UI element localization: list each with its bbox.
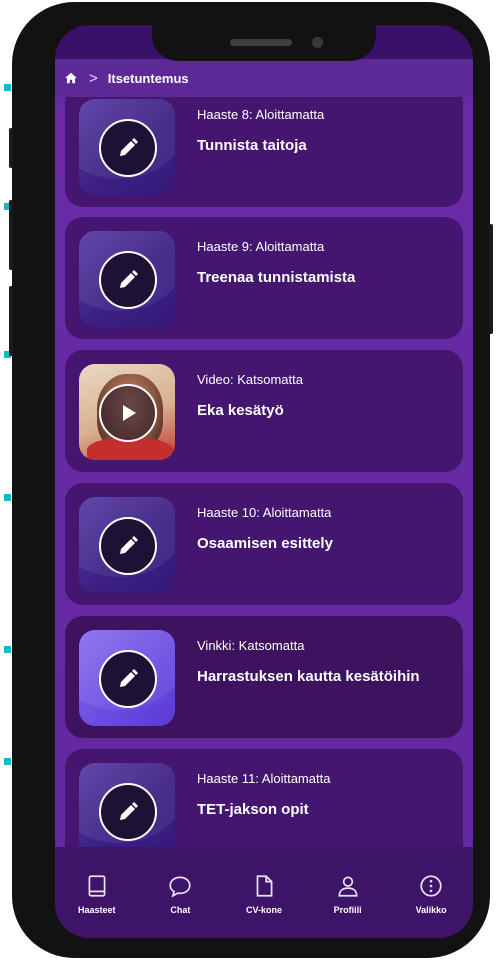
video-card[interactable]: Video: Katsomatta Eka kesätyö xyxy=(65,350,463,472)
breadcrumb-separator: > xyxy=(89,69,98,87)
breadcrumb-current[interactable]: Itsetuntemus xyxy=(108,71,189,86)
volume-up-button xyxy=(9,200,13,270)
pencil-icon xyxy=(99,517,157,575)
bottom-navigation: Haasteet Chat CV-kone Profiili Valikko xyxy=(55,847,473,938)
volume-down-button xyxy=(9,286,13,356)
pencil-icon xyxy=(99,119,157,177)
pencil-icon xyxy=(99,783,157,841)
card-title: Harrastuksen kautta kesätöihin xyxy=(197,668,420,685)
card-status: Haaste 11: Aloittamatta xyxy=(197,771,331,786)
card-thumbnail xyxy=(79,763,175,847)
pencil-icon xyxy=(99,251,157,309)
play-icon[interactable] xyxy=(99,384,157,442)
phone-frame: > Itsetuntemus Haaste 8: Aloittamatta Tu… xyxy=(9,2,493,958)
home-icon[interactable] xyxy=(63,70,79,86)
card-thumbnail xyxy=(79,630,175,726)
chat-bubble-icon xyxy=(169,876,192,898)
nav-label: Profiili xyxy=(333,905,362,915)
document-icon xyxy=(256,875,273,897)
speaker xyxy=(230,39,292,46)
book-icon xyxy=(88,875,106,897)
challenge-card[interactable]: Haaste 11: Aloittamatta TET-jakson opit xyxy=(65,749,463,847)
nav-label: Valikko xyxy=(415,905,447,915)
card-status: Haaste 10: Aloittamatta xyxy=(197,505,332,520)
card-status: Vinkki: Katsomatta xyxy=(197,638,305,653)
person-icon xyxy=(338,876,358,897)
nav-chat[interactable]: Chat xyxy=(145,873,215,915)
marker-dot xyxy=(4,494,11,501)
card-thumbnail xyxy=(79,99,175,195)
card-status: Haaste 9: Aloittamatta xyxy=(197,239,325,254)
card-thumbnail xyxy=(79,497,175,593)
nav-cv-kone[interactable]: CV-kone xyxy=(229,873,299,915)
marker-dot xyxy=(4,646,11,653)
challenge-card[interactable]: Haaste 9: Aloittamatta Treenaa tunnistam… xyxy=(65,217,463,339)
card-title: Treenaa tunnistamista xyxy=(197,269,356,286)
screen: > Itsetuntemus Haaste 8: Aloittamatta Tu… xyxy=(55,25,473,938)
card-title: Osaamisen esittely xyxy=(197,535,333,552)
challenge-card[interactable]: Haaste 10: Aloittamatta Osaamisen esitte… xyxy=(65,483,463,605)
card-thumbnail xyxy=(79,231,175,327)
nav-valikko[interactable]: Valikko xyxy=(396,873,466,915)
nav-profiili[interactable]: Profiili xyxy=(313,873,383,915)
card-title: Tunnista taitoja xyxy=(197,137,307,154)
breadcrumb: > Itsetuntemus xyxy=(55,59,473,97)
power-button xyxy=(489,224,493,334)
nav-label: Chat xyxy=(170,905,191,915)
card-status: Video: Katsomatta xyxy=(197,372,303,387)
challenge-card[interactable]: Haaste 8: Aloittamatta Tunnista taitoja xyxy=(65,97,463,207)
card-title: TET-jakson opit xyxy=(197,801,309,818)
tip-card[interactable]: Vinkki: Katsomatta Harrastuksen kautta k… xyxy=(65,616,463,738)
pencil-icon xyxy=(99,650,157,708)
challenge-list[interactable]: Haaste 8: Aloittamatta Tunnista taitoja … xyxy=(55,97,473,847)
nav-label: Haasteet xyxy=(78,905,116,915)
video-thumbnail xyxy=(79,364,175,460)
marker-dot xyxy=(4,84,11,91)
card-status: Haaste 8: Aloittamatta xyxy=(197,107,325,122)
camera xyxy=(312,37,323,48)
card-title: Eka kesätyö xyxy=(197,402,284,419)
nav-label: CV-kone xyxy=(245,905,282,915)
notch xyxy=(152,25,376,61)
marker-dot xyxy=(4,758,11,765)
mute-switch xyxy=(9,128,13,168)
nav-haasteet[interactable]: Haasteet xyxy=(62,873,132,915)
info-circle-icon xyxy=(420,875,442,897)
